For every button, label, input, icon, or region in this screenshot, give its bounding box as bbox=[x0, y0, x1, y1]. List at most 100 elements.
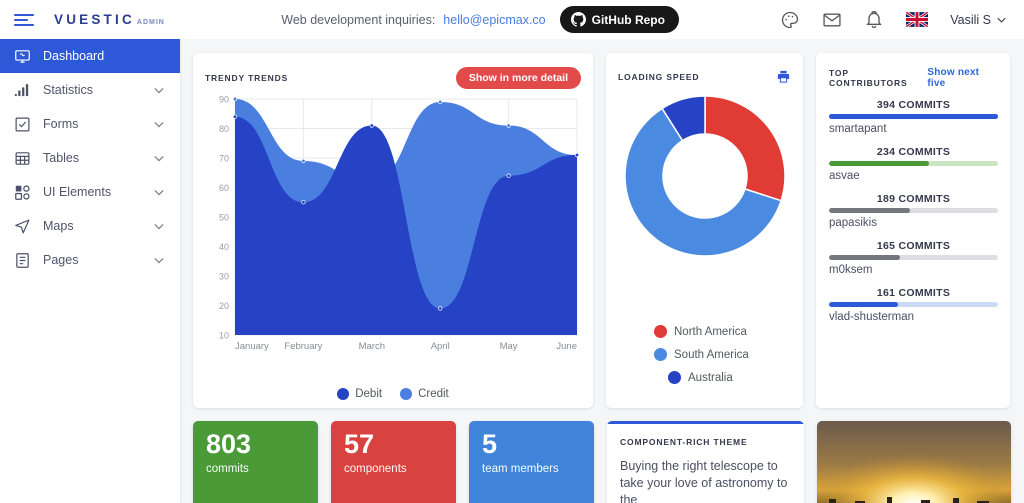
svg-text:40: 40 bbox=[219, 242, 229, 252]
github-icon bbox=[570, 12, 586, 27]
contributor-progress-fill bbox=[829, 255, 900, 260]
svg-text:May: May bbox=[500, 341, 518, 352]
chevron-down-icon bbox=[154, 189, 164, 195]
legend-dot bbox=[668, 371, 681, 384]
show-next-five-link[interactable]: Show next five bbox=[927, 67, 998, 89]
sidebar-item-forms[interactable]: Forms bbox=[0, 107, 180, 141]
legend-dot bbox=[654, 325, 667, 338]
stat-number: 5 bbox=[482, 429, 498, 459]
sunset-photo-card bbox=[817, 421, 1011, 503]
top-contributors-card: TOP CONTRIBUTORS Show next five 394 COMM… bbox=[816, 53, 1010, 408]
area-chart-legend: Debit Credit bbox=[205, 382, 581, 400]
stat-card-components[interactable]: 57 components bbox=[331, 421, 456, 503]
donut-chart[interactable] bbox=[618, 84, 791, 321]
sidebar-item-maps[interactable]: Maps bbox=[0, 209, 180, 243]
svg-text:30: 30 bbox=[219, 272, 229, 282]
bell-icon[interactable] bbox=[864, 10, 884, 30]
contributor-commit-count: 161 COMMITS bbox=[876, 287, 951, 299]
contributor-row: 394 COMMITS smartapant bbox=[829, 99, 998, 135]
tables-icon bbox=[15, 151, 30, 165]
sidebar: Dashboard Statistics Forms Tables UI Ele… bbox=[0, 39, 180, 503]
brand-name: VUESTIC bbox=[54, 12, 135, 27]
contributor-row: 234 COMMITS asvae bbox=[829, 146, 998, 182]
area-chart-svg: 10 20 30 40 50 60 70 80 90 January February March Ap… bbox=[219, 95, 580, 352]
svg-text:March: March bbox=[359, 341, 385, 352]
sidebar-item-dashboard[interactable]: Dashboard bbox=[0, 39, 180, 73]
stat-card-team-members[interactable]: 5 team members bbox=[469, 421, 594, 503]
contributor-name: vlad-shusterman bbox=[829, 311, 915, 323]
sidebar-label: Dashboard bbox=[43, 49, 105, 63]
svg-text:80: 80 bbox=[219, 124, 229, 134]
stat-card-commits[interactable]: 803 commits bbox=[193, 421, 318, 503]
pages-icon bbox=[16, 252, 29, 268]
sidebar-label: Tables bbox=[43, 151, 80, 165]
legend-label: North America bbox=[674, 325, 747, 338]
sidebar-item-statistics[interactable]: Statistics bbox=[0, 73, 180, 107]
header-right: Vasili S bbox=[780, 10, 1024, 30]
legend-dot bbox=[400, 388, 413, 400]
speed-card-header: LOADING SPEED bbox=[618, 69, 791, 84]
trends-card-header: TRENDY TRENDS Show in more detail bbox=[205, 67, 581, 89]
legend-label: Australia bbox=[688, 371, 733, 384]
chevron-down-icon bbox=[154, 155, 164, 161]
contributor-name: smartapant bbox=[829, 123, 887, 135]
svg-text:70: 70 bbox=[219, 154, 229, 164]
main-content: TRENDY TRENDS Show in more detail 10 20 30… bbox=[180, 39, 1024, 503]
loading-speed-card: LOADING SPEED North America South America… bbox=[606, 53, 803, 408]
svg-text:June: June bbox=[556, 341, 577, 352]
contributor-progress-fill bbox=[829, 114, 998, 119]
top-header: VUESTIC ADMIN Web development inquiries:… bbox=[0, 0, 1024, 39]
svg-text:10: 10 bbox=[219, 331, 229, 341]
legend-item[interactable]: Debit bbox=[337, 388, 382, 400]
legend-dot bbox=[337, 388, 350, 400]
dashboard-row-top: TRENDY TRENDS Show in more detail 10 20 30… bbox=[193, 53, 1012, 408]
donut-legend-item[interactable]: South America bbox=[618, 348, 791, 361]
svg-text:90: 90 bbox=[219, 95, 229, 105]
stat-number: 803 bbox=[206, 429, 252, 459]
print-icon[interactable] bbox=[776, 69, 791, 84]
chevron-down-icon bbox=[154, 121, 164, 127]
maps-icon bbox=[15, 219, 30, 233]
legend-label: South America bbox=[674, 348, 749, 361]
github-repo-button[interactable]: GitHub Repo bbox=[559, 6, 679, 33]
github-button-label: GitHub Repo bbox=[591, 12, 665, 27]
palette-icon[interactable] bbox=[780, 10, 800, 30]
sidebar-label: Maps bbox=[43, 219, 74, 233]
sidebar-item-ui-elements[interactable]: UI Elements bbox=[0, 175, 180, 209]
trendy-trends-card: TRENDY TRENDS Show in more detail 10 20 30… bbox=[193, 53, 593, 408]
area-chart[interactable]: 10 20 30 40 50 60 70 80 90 January February March Ap… bbox=[205, 95, 581, 382]
stat-label: commits bbox=[206, 462, 249, 475]
sidebar-item-tables[interactable]: Tables bbox=[0, 141, 180, 175]
contributor-progress-fill bbox=[829, 302, 899, 307]
user-menu[interactable]: Vasili S bbox=[950, 13, 1006, 27]
inquiry-label: Web development inquiries: bbox=[281, 12, 436, 27]
sidebar-label: Statistics bbox=[43, 83, 94, 97]
contributors-card-title: TOP CONTRIBUTORS bbox=[829, 68, 908, 88]
contributor-name: asvae bbox=[829, 170, 860, 182]
mail-icon[interactable] bbox=[822, 10, 842, 30]
chevron-down-icon bbox=[154, 223, 164, 229]
contributor-progress-bar bbox=[829, 302, 998, 307]
contributor-name: papasikis bbox=[829, 217, 877, 229]
svg-text:20: 20 bbox=[219, 301, 229, 311]
contributor-commit-count: 234 COMMITS bbox=[876, 146, 951, 158]
app-root: VUESTIC ADMIN Web development inquiries:… bbox=[0, 0, 1024, 503]
component-rich-theme-card: COMPONENT-RICH THEME Buying the right te… bbox=[607, 421, 804, 503]
contributor-row: 189 COMMITS papasikis bbox=[829, 193, 998, 229]
flag-uk-icon[interactable] bbox=[906, 12, 929, 27]
show-in-more-detail-button[interactable]: Show in more detail bbox=[455, 67, 581, 89]
legend-item[interactable]: Credit bbox=[400, 388, 449, 400]
inquiry-email-link[interactable]: hello@epicmax.co bbox=[443, 13, 545, 27]
theme-card-body: Buying the right telescope to take your … bbox=[620, 459, 788, 503]
contributor-progress-bar bbox=[829, 114, 998, 119]
contributor-commit-count: 189 COMMITS bbox=[876, 193, 951, 205]
donut-legend-item[interactable]: Australia bbox=[618, 371, 791, 384]
brand-logo[interactable]: VUESTIC ADMIN bbox=[54, 12, 165, 27]
donut-legend-item[interactable]: North America bbox=[618, 325, 791, 338]
menu-toggle-icon[interactable] bbox=[14, 11, 36, 29]
sidebar-item-pages[interactable]: Pages bbox=[0, 243, 180, 277]
contributor-progress-fill bbox=[829, 208, 911, 213]
contributor-name: m0ksem bbox=[829, 264, 873, 276]
sunset-photo bbox=[817, 421, 1011, 503]
svg-text:50: 50 bbox=[219, 213, 229, 223]
